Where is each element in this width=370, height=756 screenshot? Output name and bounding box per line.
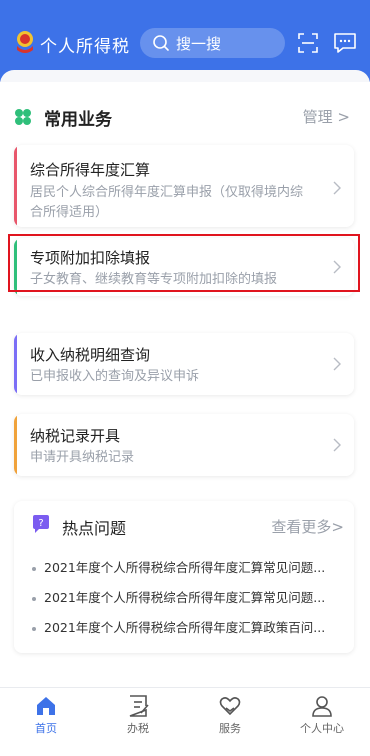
nav-label: 个人中心 xyxy=(300,722,344,735)
message-icon[interactable] xyxy=(333,32,357,54)
card-subtitle: 已申报收入的查询及异议申诉 xyxy=(30,369,200,384)
hot-question-item[interactable]: 2021年度个人所得税综合所得年度汇算政策百问... xyxy=(32,617,344,636)
chevron-right-icon xyxy=(333,357,341,371)
heart-hand-icon xyxy=(219,697,241,716)
nav-label: 服务 xyxy=(219,722,241,735)
nav-label: 首页 xyxy=(35,722,57,735)
nav-tax[interactable]: 办税 xyxy=(108,694,168,750)
manage-link[interactable]: 管理 > xyxy=(303,106,350,127)
edit-document-icon xyxy=(129,695,149,717)
card-title: 综合所得年度汇算 xyxy=(30,161,151,179)
chevron-right-icon xyxy=(333,438,341,452)
common-business-header: 常用业务 管理 > xyxy=(14,105,356,130)
card-title: 纳税记录开具 xyxy=(30,427,121,445)
highlight-box xyxy=(8,234,360,292)
user-icon xyxy=(312,696,332,717)
svg-text:?: ? xyxy=(38,518,43,529)
card-accent-bar xyxy=(14,145,17,227)
card-title: 收入纳税明细查询 xyxy=(30,346,151,364)
hot-question-item[interactable]: 2021年度个人所得税综合所得年度汇算常见问题... xyxy=(32,587,344,606)
card-annual-settlement[interactable]: 综合所得年度汇算 居民个人综合所得年度汇算申报（仅取得境内综合所得适用） xyxy=(14,145,354,227)
tax-emblem-icon xyxy=(17,31,33,53)
scan-icon[interactable] xyxy=(297,32,319,54)
nav-home[interactable]: 首页 xyxy=(16,694,76,750)
hot-question-item[interactable]: 2021年度个人所得税综合所得年度汇算常见问题... xyxy=(32,557,344,576)
hot-question-text: 2021年度个人所得税综合所得年度汇算常见问题... xyxy=(44,590,326,605)
bottom-nav: 首页 办税 服务 个人中心 xyxy=(0,687,370,756)
card-accent-bar xyxy=(14,414,17,476)
card-subtitle: 居民个人综合所得年度汇算申报（仅取得境内综合所得适用） xyxy=(30,185,304,220)
card-tax-record[interactable]: 纳税记录开具 申请开具纳税记录 xyxy=(14,414,354,476)
hot-title: 热点问题 xyxy=(62,519,127,538)
chevron-right-icon xyxy=(333,181,341,195)
question-icon: ? xyxy=(33,515,49,533)
bullet-dot xyxy=(32,626,36,631)
search-bar[interactable]: 搜一搜 xyxy=(140,28,285,58)
nav-label: 办税 xyxy=(127,722,149,735)
view-more-link[interactable]: 查看更多> xyxy=(271,516,344,537)
bullet-dot xyxy=(32,596,36,601)
nav-service[interactable]: 服务 xyxy=(200,694,260,750)
card-accent-bar xyxy=(14,333,17,395)
section-title: 常用业务 xyxy=(44,110,112,130)
app-title: 个人所得税 xyxy=(40,37,130,57)
hot-questions-card: ? 热点问题 查看更多> 2021年度个人所得税综合所得年度汇算常见问题... … xyxy=(14,501,354,653)
nav-personal[interactable]: 个人中心 xyxy=(292,694,352,750)
home-icon xyxy=(37,697,55,715)
card-income-query[interactable]: 收入纳税明细查询 已申报收入的查询及异议申诉 xyxy=(14,333,354,395)
clover-icon xyxy=(15,109,31,125)
hot-question-text: 2021年度个人所得税综合所得年度汇算政策百问... xyxy=(44,620,326,635)
hot-question-text: 2021年度个人所得税综合所得年度汇算常见问题... xyxy=(44,560,326,575)
bullet-dot xyxy=(32,566,36,571)
search-icon xyxy=(153,35,169,51)
card-subtitle: 申请开具纳税记录 xyxy=(30,450,135,465)
search-placeholder: 搜一搜 xyxy=(176,34,222,53)
